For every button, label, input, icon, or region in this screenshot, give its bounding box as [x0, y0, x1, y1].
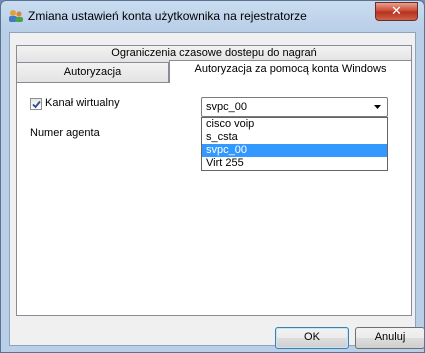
tab-windows-authorization[interactable]: Autoryzacja za pomocą konta Windows	[169, 60, 412, 83]
tab-authorization[interactable]: Autoryzacja	[16, 62, 169, 82]
dropdown-option-svpc-00[interactable]: svpc_00	[202, 144, 387, 157]
checkmark-icon	[32, 100, 41, 109]
virtual-channel-label: Kanał wirtualny	[45, 97, 120, 109]
combo-selected-value: svpc_00	[206, 101, 247, 113]
dialog-body: Ograniczenia czasowe dostepu do nagrań A…	[9, 32, 424, 349]
dialog-window: Zmiana ustawień konta użytkownika na rej…	[0, 0, 425, 353]
close-button[interactable]: ✕	[375, 2, 418, 21]
virtual-channel-checkbox[interactable]	[30, 98, 42, 110]
ok-button[interactable]: OK	[275, 327, 349, 349]
dropdown-option-virt-255[interactable]: Virt 255	[202, 157, 387, 170]
agent-number-label: Numer agenta	[30, 127, 100, 139]
virtual-channel-combo[interactable]: svpc_00	[201, 97, 388, 117]
cancel-button[interactable]: Anuluj	[355, 327, 424, 349]
close-icon: ✕	[391, 4, 402, 19]
users-icon	[9, 10, 23, 22]
dropdown-option-cisco-voip[interactable]: cisco voip	[202, 118, 387, 131]
dropdown-option-s-csta[interactable]: s_csta	[202, 131, 387, 144]
window-title: Zmiana ustawień konta użytkownika na rej…	[28, 9, 307, 23]
combo-dropdown-list: cisco voip s_csta svpc_00 Virt 255	[201, 117, 388, 171]
chevron-down-icon[interactable]	[374, 105, 381, 109]
title-bar[interactable]: Zmiana ustawień konta użytkownika na rej…	[1, 1, 424, 31]
